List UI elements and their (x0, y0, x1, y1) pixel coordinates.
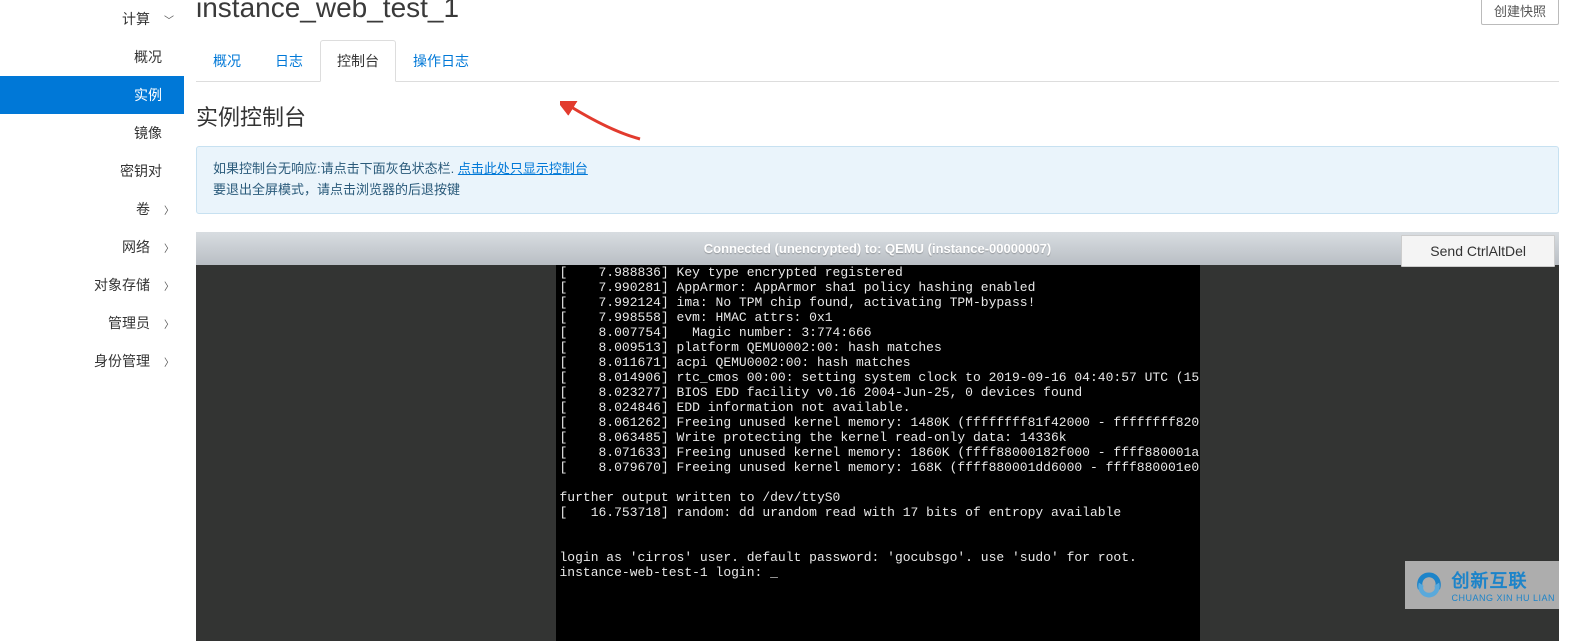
sidebar-group-volumes[interactable]: 卷 〉 (0, 190, 184, 228)
sidebar-item-overview[interactable]: 概况 (0, 38, 184, 76)
console-statusbar[interactable]: Connected (unencrypted) to: QEMU (instan… (196, 232, 1559, 265)
sidebar-item-images[interactable]: 镜像 (0, 114, 184, 152)
sidebar-label: 卷 (136, 199, 150, 219)
alert-info: 如果控制台无响应:请点击下面灰色状态栏. 点击此处只显示控制台 要退出全屏模式，… (196, 146, 1559, 214)
sidebar-item-label: 概况 (134, 47, 162, 67)
sidebar-label: 网络 (122, 237, 150, 257)
sidebar-group-identity[interactable]: 身份管理 〉 (0, 342, 184, 380)
chevron-right-icon: 〉 (160, 316, 178, 331)
sidebar-group-compute[interactable]: 计算 ﹀ (0, 0, 184, 38)
chevron-down-icon: ﹀ (160, 12, 178, 27)
sidebar-item-instances[interactable]: 实例 (0, 76, 184, 114)
watermark-en: CHUANG XIN HU LIAN (1451, 593, 1555, 603)
sidebar-label: 身份管理 (94, 351, 150, 371)
tab-overview[interactable]: 概况 (196, 40, 258, 82)
send-ctrl-alt-del-button[interactable]: Send CtrlAltDel (1401, 235, 1555, 267)
main-content: instance_web_test_1 创建快照 概况 日志 控制台 操作日志 … (184, 0, 1571, 615)
show-only-console-link[interactable]: 点击此处只显示控制台 (458, 161, 588, 176)
sidebar-item-label: 实例 (134, 85, 162, 105)
alert-text-line2: 要退出全屏模式，请点击浏览器的后退按键 (213, 180, 1542, 201)
tab-action-log[interactable]: 操作日志 (396, 40, 486, 82)
sidebar-label: 计算 (122, 9, 150, 29)
alert-text: 如果控制台无响应:请点击下面灰色状态栏. (213, 161, 458, 176)
tab-log[interactable]: 日志 (258, 40, 320, 82)
logo-icon (1413, 571, 1445, 599)
sidebar-group-admin[interactable]: 管理员 〉 (0, 304, 184, 342)
chevron-right-icon: 〉 (160, 354, 178, 369)
sidebar-label: 管理员 (108, 313, 150, 333)
sidebar-item-label: 密钥对 (120, 161, 162, 181)
sidebar: 计算 ﹀ 概况 实例 镜像 密钥对 卷 〉 网络 〉 对象存储 (0, 0, 184, 615)
watermark-cn: 创新互联 (1451, 571, 1527, 591)
console-panel: Connected (unencrypted) to: QEMU (instan… (196, 232, 1559, 641)
tab-console[interactable]: 控制台 (320, 40, 396, 82)
sidebar-item-keypairs[interactable]: 密钥对 (0, 152, 184, 190)
console-status-text: Connected (unencrypted) to: QEMU (instan… (206, 241, 1549, 256)
create-snapshot-button[interactable]: 创建快照 (1481, 0, 1559, 25)
page-title: instance_web_test_1 (196, 0, 459, 22)
console-body: [ 7.988836] Key type encrypted registere… (196, 265, 1559, 641)
sidebar-group-network[interactable]: 网络 〉 (0, 228, 184, 266)
chevron-right-icon: 〉 (160, 278, 178, 293)
sidebar-label: 对象存储 (94, 275, 150, 295)
sidebar-group-object-storage[interactable]: 对象存储 〉 (0, 266, 184, 304)
sidebar-item-label: 镜像 (134, 123, 162, 143)
terminal-output[interactable]: [ 7.988836] Key type encrypted registere… (556, 265, 1200, 641)
chevron-right-icon: 〉 (160, 202, 178, 217)
section-title: 实例控制台 (196, 100, 1559, 132)
watermark: 创新互联 CHUANG XIN HU LIAN (1405, 561, 1563, 609)
tabs: 概况 日志 控制台 操作日志 (196, 39, 1559, 82)
chevron-right-icon: 〉 (160, 240, 178, 255)
